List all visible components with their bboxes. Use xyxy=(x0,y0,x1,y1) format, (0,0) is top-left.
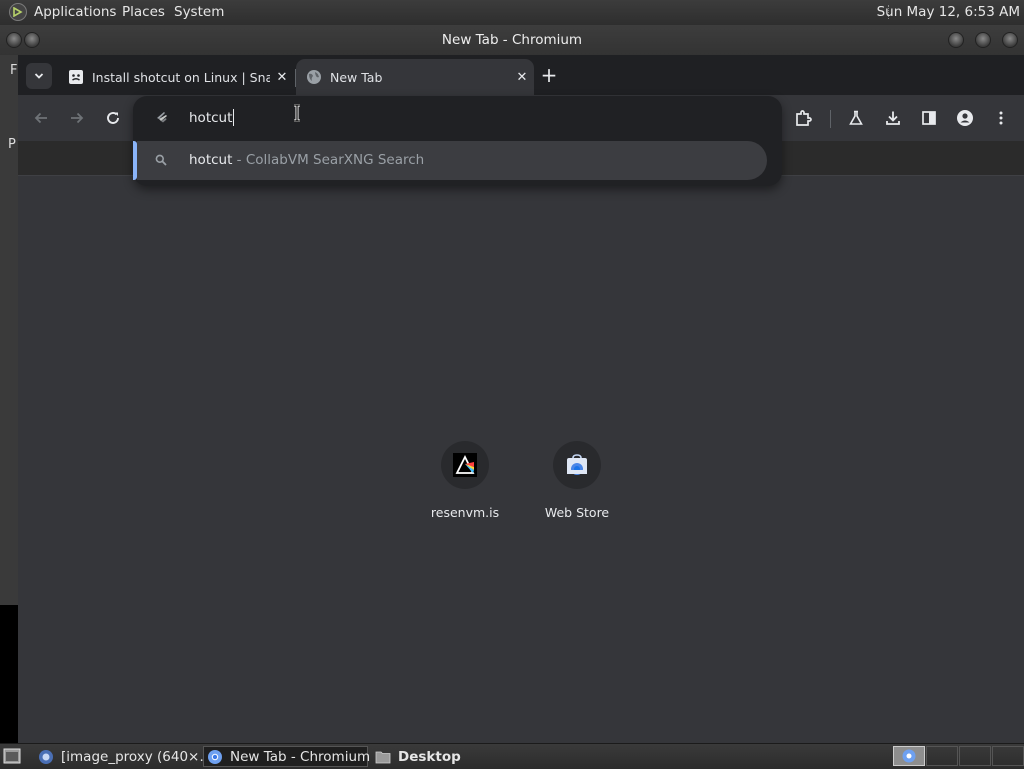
omnibox-dropdown: hotcut - CollabVM SearXNG Search xyxy=(133,96,782,186)
text-caret xyxy=(233,109,234,126)
search-engine-icon xyxy=(157,112,167,123)
text-cursor-icon xyxy=(294,104,300,122)
suggestion-text: hotcut - CollabVM SearXNG Search xyxy=(189,141,424,180)
address-input[interactable] xyxy=(189,106,749,130)
task-label: Desktop xyxy=(398,748,461,765)
close-tab-icon[interactable]: ✕ xyxy=(510,70,534,85)
shortcut-label: resenvm.is xyxy=(430,505,500,520)
arrow-right-icon xyxy=(71,112,84,124)
toolbar-separator xyxy=(830,110,831,128)
tab-install-shotcut[interactable]: Install shotcut on Linux | Snap ✕ xyxy=(58,59,294,95)
web-store-icon xyxy=(567,454,587,475)
folder-icon xyxy=(375,751,391,763)
browser-icon xyxy=(39,749,53,764)
download-icon xyxy=(886,111,900,125)
back-button[interactable] xyxy=(29,106,53,130)
shortcut-tile xyxy=(553,441,601,489)
reload-button[interactable] xyxy=(101,106,125,130)
arrow-left-icon xyxy=(34,112,47,124)
distro-logo-icon[interactable] xyxy=(9,3,27,21)
workspace-switcher-4[interactable] xyxy=(992,746,1024,766)
task-label: New Tab - Chromium xyxy=(230,748,371,765)
puzzle-icon xyxy=(796,110,812,126)
maximize-window-icon[interactable] xyxy=(975,32,991,48)
tab-new-tab[interactable]: New Tab ✕ xyxy=(296,59,534,95)
snapcraft-icon xyxy=(69,70,83,84)
suggestion-focus-indicator xyxy=(133,141,137,180)
forward-button[interactable] xyxy=(65,106,89,130)
chromium-icon xyxy=(902,749,916,763)
bottom-panel: [image_proxy (640×… New Tab - Chromium D… xyxy=(0,743,1024,769)
shortcut-web-store[interactable]: Web Store xyxy=(521,441,633,520)
more-vertical-icon xyxy=(999,111,1003,125)
taskbar-task[interactable]: [image_proxy (640×… xyxy=(38,746,213,767)
downloads-button[interactable] xyxy=(881,106,905,130)
close-window-icon[interactable] xyxy=(1002,32,1018,48)
address-bar[interactable] xyxy=(133,96,782,140)
side-panel-icon xyxy=(922,111,936,125)
workspace-switcher-2[interactable] xyxy=(926,746,958,766)
window-shade-icon[interactable] xyxy=(24,32,40,48)
menu-button[interactable] xyxy=(989,106,1013,130)
shortcut-resenvm[interactable]: resenvm.is xyxy=(409,441,521,520)
window-titlebar[interactable]: New Tab - Chromium xyxy=(0,25,1024,55)
workspace-switcher-1[interactable] xyxy=(893,746,925,766)
profile-button[interactable] xyxy=(953,106,977,130)
suggestion-query: hotcut xyxy=(189,152,233,168)
show-desktop-icon[interactable] xyxy=(3,748,21,764)
suggestion-description: - CollabVM SearXNG Search xyxy=(232,152,425,168)
window-title: New Tab - Chromium xyxy=(441,32,583,48)
extensions-button[interactable] xyxy=(791,106,815,130)
shortcut-label: Web Store xyxy=(544,505,610,520)
taskbar-task-active[interactable]: New Tab - Chromium xyxy=(203,746,371,767)
search-icon xyxy=(155,154,167,166)
minimize-window-icon[interactable] xyxy=(948,32,964,48)
globe-icon xyxy=(307,70,321,84)
system-menu[interactable]: System xyxy=(174,4,224,20)
tab-strip: Install shotcut on Linux | Snap ✕ New Ta… xyxy=(18,55,1024,95)
clock[interactable]: Sun May 12, 6:53 AM xyxy=(877,4,1020,20)
top-panel: Applications Places System Sun May 12, 6… xyxy=(0,0,1024,26)
new-tab-page: resenvm.is Web Store xyxy=(18,175,1024,769)
applications-menu[interactable]: Applications xyxy=(34,4,116,20)
side-panel-button[interactable] xyxy=(917,106,941,130)
omnibox-suggestion[interactable]: hotcut - CollabVM SearXNG Search xyxy=(133,141,767,180)
shortcut-tile xyxy=(441,441,489,489)
close-tab-icon[interactable]: ✕ xyxy=(270,70,294,85)
window-menu-icon[interactable] xyxy=(6,32,22,48)
resenvm-icon xyxy=(453,453,477,477)
places-menu[interactable]: Places xyxy=(122,4,165,20)
workspace-switcher-3[interactable] xyxy=(959,746,991,766)
chromium-icon xyxy=(208,749,222,764)
tab-title: New Tab xyxy=(330,69,383,85)
flask-icon xyxy=(849,110,863,125)
tab-search-button[interactable] xyxy=(26,63,52,89)
labs-button[interactable] xyxy=(844,106,868,130)
chevron-down-icon xyxy=(34,73,44,79)
new-tab-button[interactable]: + xyxy=(536,63,562,89)
task-label: [image_proxy (640×… xyxy=(61,748,213,765)
taskbar-task[interactable]: Desktop xyxy=(375,746,495,767)
profile-icon xyxy=(957,110,973,126)
reload-icon xyxy=(107,112,119,124)
tab-title: Install shotcut on Linux | Snap xyxy=(92,69,270,85)
